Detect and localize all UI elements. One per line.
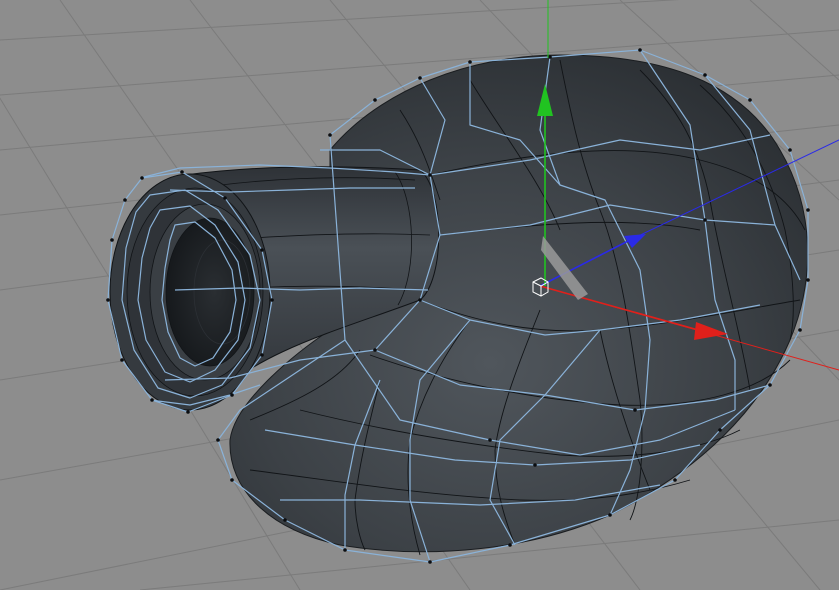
3d-viewport[interactable] — [0, 0, 839, 590]
mesh-rim[interactable] — [109, 173, 271, 411]
mesh-opening — [165, 217, 255, 367]
